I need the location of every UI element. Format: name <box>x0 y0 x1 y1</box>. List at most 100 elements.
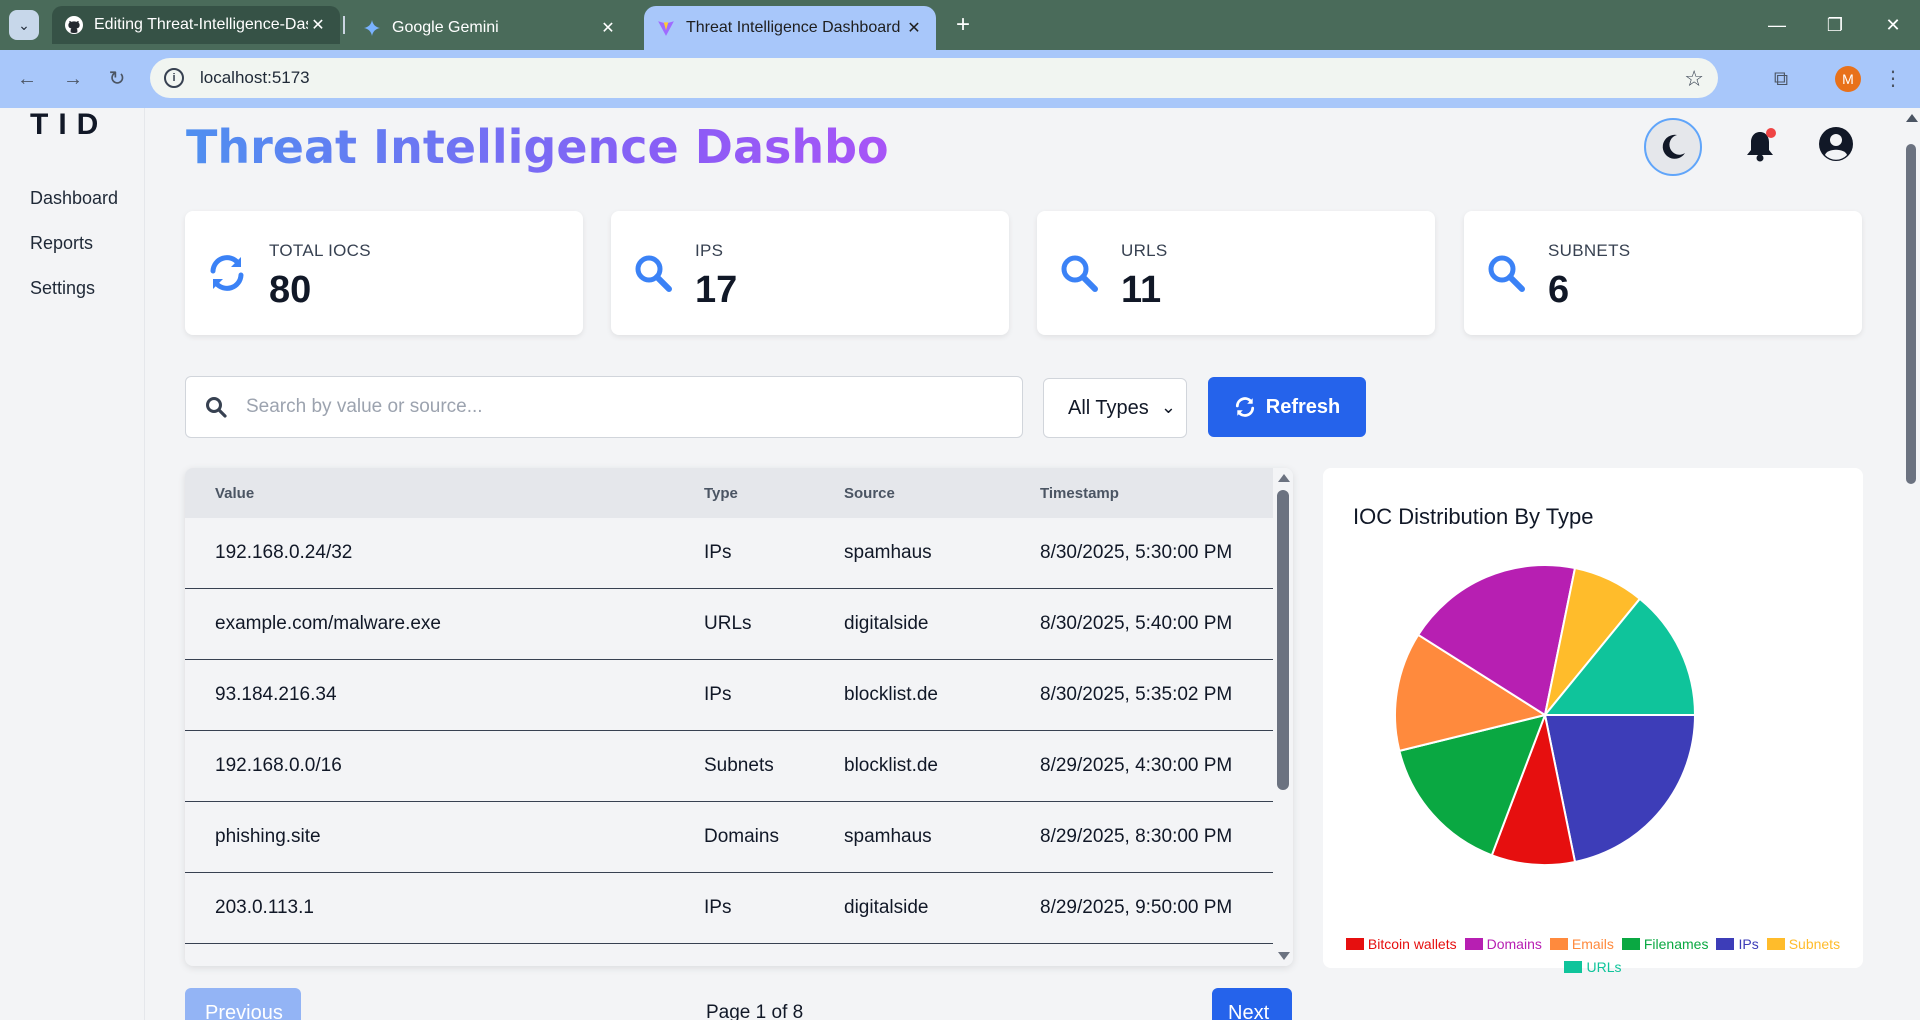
cell-value: phishing.site <box>215 826 321 847</box>
sidebar-item-settings[interactable]: Settings <box>30 278 95 299</box>
extensions-icon[interactable]: ⧉ <box>1768 66 1794 92</box>
minimize-button[interactable]: — <box>1748 0 1806 50</box>
legend-item-domains[interactable]: Domains <box>1464 933 1542 955</box>
stat-value: 6 <box>1548 269 1570 311</box>
table-row[interactable]: example.com/malware.exe URLs digitalside… <box>185 589 1273 660</box>
stat-card-ips: IPS 17 <box>611 211 1009 335</box>
legend-item-subnets[interactable]: Subnets <box>1766 933 1841 955</box>
browser-tab-bar: ⌄ Editing Threat-Intelligence-Das ✕ Goog… <box>0 0 1920 50</box>
previous-button[interactable]: Previous <box>185 988 301 1020</box>
legend-label: Bitcoin wallets <box>1367 936 1457 952</box>
close-icon[interactable]: ✕ <box>904 18 924 38</box>
window-close-button[interactable]: ✕ <box>1864 0 1920 50</box>
table-row[interactable]: 93.184.216.34 IPs blocklist.de 8/30/2025… <box>185 660 1273 731</box>
chevron-down-icon: ⌄ <box>1160 397 1176 417</box>
ioc-table: Value Type Source Timestamp 192.168.0.24… <box>185 468 1293 966</box>
forward-arrow-icon[interactable]: → <box>60 66 86 92</box>
profile-avatar[interactable]: M <box>1835 66 1861 92</box>
refresh-icon <box>1235 397 1254 417</box>
column-header-timestamp[interactable]: Timestamp <box>1040 485 1119 502</box>
cell-type: Subnets <box>704 755 774 776</box>
gemini-icon <box>362 18 382 38</box>
address-bar[interactable]: i localhost:5173 ☆ <box>150 58 1718 98</box>
table-row[interactable]: phishing.site Domains spamhaus 8/29/2025… <box>185 802 1273 873</box>
scrollbar-thumb[interactable] <box>1906 144 1916 484</box>
next-button[interactable]: Next <box>1212 988 1292 1020</box>
table-scrollbar[interactable] <box>1273 468 1293 966</box>
search-icon <box>1061 255 1098 292</box>
reload-icon[interactable]: ↻ <box>104 66 130 92</box>
legend-item-emails[interactable]: Emails <box>1549 933 1614 955</box>
legend-label: Subnets <box>1788 936 1841 952</box>
restore-button[interactable]: ❐ <box>1806 0 1864 50</box>
main-content: Threat Intelligence Dashbo TOTAL IOCS 80… <box>146 108 1902 1020</box>
user-profile-button[interactable] <box>1814 122 1858 166</box>
tab-separator <box>343 16 345 34</box>
site-info-icon[interactable]: i <box>164 68 184 88</box>
cell-timestamp: 8/30/2025, 5:30:00 PM <box>1040 542 1233 563</box>
tab-title: Editing Threat-Intelligence-Das <box>94 16 308 33</box>
legend-item-bitcoin-wallets[interactable]: Bitcoin wallets <box>1345 933 1457 955</box>
cell-type: IPs <box>704 542 732 563</box>
table-row[interactable]: 192.168.0.0/16 Subnets blocklist.de 8/29… <box>185 731 1273 802</box>
column-header-value[interactable]: Value <box>215 485 254 502</box>
app-logo: TID <box>30 108 109 141</box>
page-scrollbar[interactable] <box>1902 108 1920 1020</box>
cell-timestamp: 8/29/2025, 9:50:00 PM <box>1040 897 1233 918</box>
search-icon <box>206 397 227 418</box>
column-header-source[interactable]: Source <box>844 485 895 502</box>
cell-source: spamhaus <box>844 826 932 847</box>
scroll-up-arrow-icon[interactable] <box>1278 474 1290 482</box>
moon-icon <box>1662 134 1685 159</box>
stat-card-total-iocs: TOTAL IOCS 80 <box>185 211 583 335</box>
url-text: localhost:5173 <box>200 68 310 87</box>
search-icon <box>635 255 672 292</box>
type-filter-select[interactable]: All Types ⌄ <box>1043 378 1187 438</box>
browser-tab-active[interactable]: Threat Intelligence Dashboard ✕ <box>644 6 936 50</box>
cell-value: 192.168.0.24/32 <box>215 542 353 563</box>
sidebar-item-dashboard[interactable]: Dashboard <box>30 188 118 209</box>
cell-timestamp: 8/30/2025, 5:40:00 PM <box>1040 613 1233 634</box>
back-arrow-icon[interactable]: ← <box>14 66 40 92</box>
refresh-icon <box>210 255 244 291</box>
stat-label: URLS <box>1121 241 1168 260</box>
table-row[interactable]: 203.0.113.1 IPs digitalside 8/29/2025, 9… <box>185 873 1273 944</box>
cell-source: blocklist.de <box>844 684 938 705</box>
legend-item-urls[interactable]: URLs <box>1564 956 1622 978</box>
scroll-down-arrow-icon[interactable] <box>1278 952 1290 960</box>
more-menu-icon[interactable]: ⋮ <box>1880 66 1906 92</box>
cell-value: 192.168.0.0/16 <box>215 755 342 776</box>
legend-swatch <box>1549 938 1568 950</box>
legend-item-filenames[interactable]: Filenames <box>1621 933 1708 955</box>
browser-tab[interactable]: Editing Threat-Intelligence-Das ✕ <box>52 6 340 44</box>
page-indicator: Page 1 of 8 <box>706 1002 804 1020</box>
theme-toggle-button[interactable] <box>1644 118 1702 176</box>
legend-swatch <box>1345 938 1364 950</box>
close-icon[interactable]: ✕ <box>308 15 328 35</box>
browser-tab[interactable]: Google Gemini ✕ <box>350 6 630 50</box>
cell-value: 93.184.216.34 <box>215 684 337 705</box>
tab-search-button[interactable]: ⌄ <box>9 10 39 40</box>
cell-source: digitalside <box>844 613 929 634</box>
ioc-distribution-card: IOC Distribution By Type Bitcoin wallets… <box>1323 468 1863 975</box>
refresh-button[interactable]: Refresh <box>1208 377 1366 437</box>
user-circle-icon <box>1819 127 1853 161</box>
close-icon[interactable]: ✕ <box>598 18 618 38</box>
scroll-up-arrow-icon[interactable] <box>1906 114 1918 122</box>
table-row[interactable]: 192.168.0.24/32 IPs spamhaus 8/30/2025, … <box>185 518 1273 589</box>
legend-swatch <box>1621 938 1640 950</box>
search-input[interactable] <box>246 396 1006 418</box>
search-field[interactable] <box>185 376 1023 438</box>
cell-timestamp: 8/29/2025, 8:30:00 PM <box>1040 826 1233 847</box>
column-header-type[interactable]: Type <box>704 485 738 502</box>
legend-swatch <box>1464 938 1483 950</box>
sidebar-item-reports[interactable]: Reports <box>30 233 93 254</box>
legend-item-ips[interactable]: IPs <box>1716 933 1759 955</box>
stat-card-subnets: SUBNETS 6 <box>1464 211 1862 335</box>
new-tab-button[interactable]: + <box>950 12 976 38</box>
cell-value: example.com/malware.exe <box>215 613 441 634</box>
notifications-button[interactable] <box>1738 124 1782 168</box>
stat-label: TOTAL IOCS <box>269 241 371 260</box>
scrollbar-thumb[interactable] <box>1277 490 1289 790</box>
bookmark-star-icon[interactable]: ☆ <box>1684 66 1704 92</box>
